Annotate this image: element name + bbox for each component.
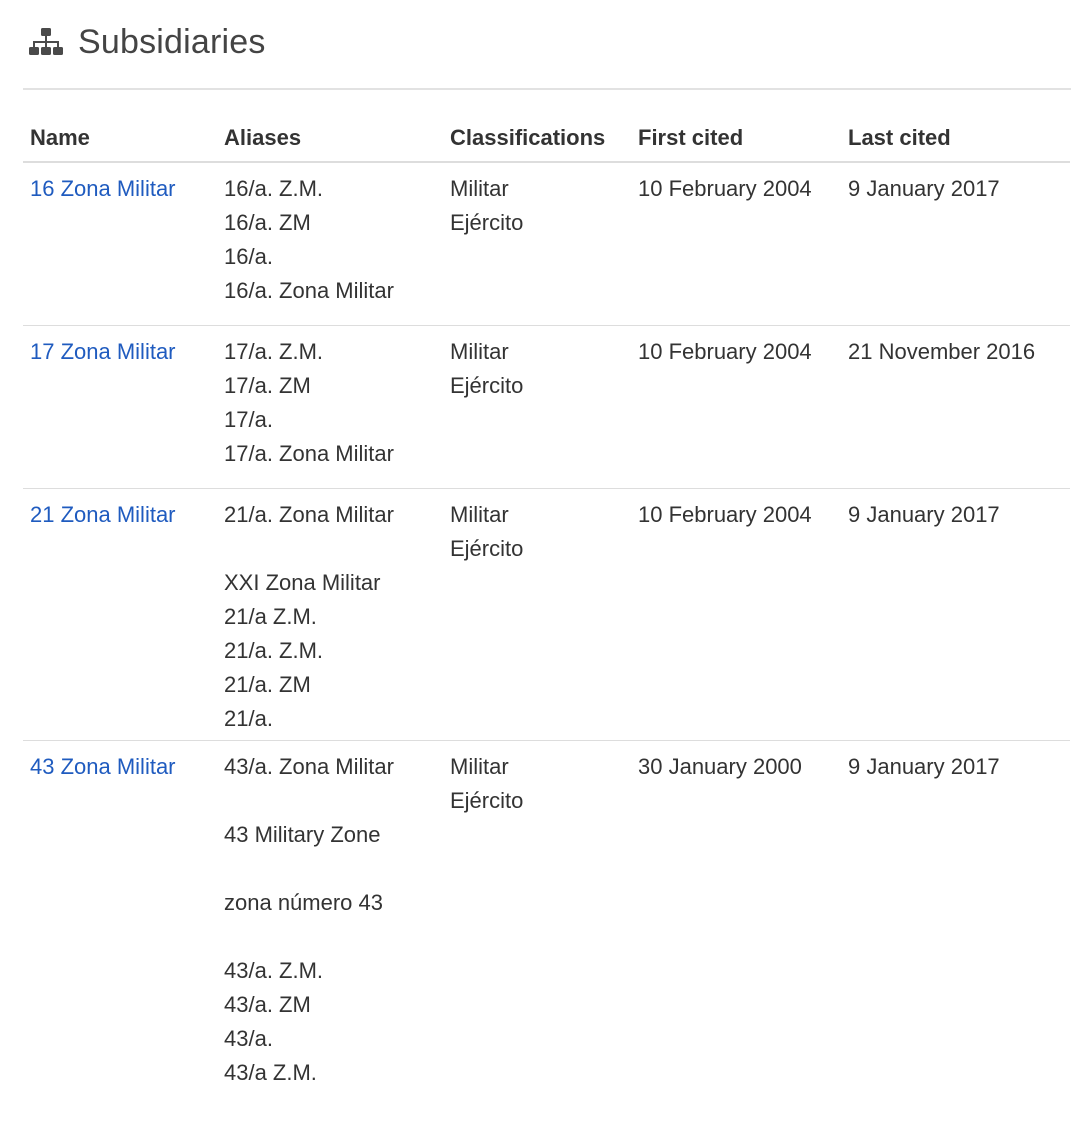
column-header-classifications[interactable]: Classifications [443, 118, 631, 163]
table-row: 17 Zona Militar 17/a. Z.M. 17/a. ZM 17/a… [23, 325, 1070, 489]
table-row: 16 Zona Militar 16/a. Z.M. 16/a. ZM 16/a… [23, 162, 1070, 326]
alias-item: 43 Military Zone [224, 822, 381, 847]
name-cell: 17 Zona Militar [23, 325, 217, 489]
subsidiary-link[interactable]: 16 Zona Militar [30, 176, 176, 201]
heading-divider [23, 88, 1071, 90]
last-cited-cell: 9 January 2017 [848, 754, 1000, 779]
alias-item: 21/a. Z.M. [224, 638, 324, 663]
section-heading: Subsidiaries [28, 20, 266, 64]
alias-item: 16/a. Zona Militar [224, 278, 394, 303]
alias-spacer [224, 852, 443, 886]
alias-item: 17/a. Zona Militar [224, 441, 394, 466]
alias-spacer [224, 532, 443, 566]
first-cited-cell: 10 February 2004 [631, 325, 841, 489]
first-cited-cell: 10 February 2004 [631, 162, 841, 326]
sitemap-icon [28, 27, 78, 57]
classification-item: Ejército [450, 373, 524, 398]
last-cited-cell: 9 January 2017 [841, 162, 1070, 326]
section-title: Subsidiaries [78, 22, 266, 61]
classification-item: Militar [450, 502, 509, 527]
last-cited-cell: 21 November 2016 [841, 325, 1070, 489]
classification-item: Ejército [450, 210, 524, 235]
alias-item: 43/a. ZM [224, 992, 311, 1017]
alias-item: 43/a. Zona Militar [224, 754, 394, 779]
table-row: 21 Zona Militar 21/a. Zona Militar XXI Z… [23, 488, 1070, 741]
classifications-cell: Militar Ejército [443, 741, 631, 1108]
alias-spacer [224, 784, 443, 818]
classifications-cell: Militar Ejército [443, 162, 631, 326]
alias-spacer [224, 920, 443, 954]
alias-item: 17/a. ZM [224, 373, 311, 398]
table-header-row: Name Aliases Classifications First cited… [23, 118, 1070, 163]
classifications-cell: Militar Ejército [443, 325, 631, 489]
column-header-aliases[interactable]: Aliases [217, 118, 443, 163]
alias-item: 21/a. Zona Militar [224, 502, 394, 527]
column-header-name[interactable]: Name [23, 118, 217, 163]
subsidiary-link[interactable]: 43 Zona Militar [30, 754, 176, 779]
aliases-cell: 17/a. Z.M. 17/a. ZM 17/a. 17/a. Zona Mil… [217, 325, 443, 489]
classification-item: Militar [450, 339, 509, 364]
aliases-cell: 16/a. Z.M. 16/a. ZM 16/a. 16/a. Zona Mil… [217, 162, 443, 326]
first-cited-cell: 10 February 2004 [631, 488, 841, 741]
classification-item: Militar [450, 754, 509, 779]
alias-item: 21/a. ZM [224, 672, 311, 697]
alias-item: 43/a. [224, 1026, 273, 1051]
subsidiaries-panel: Subsidiaries Name Aliases Classification… [0, 0, 1086, 1138]
aliases-cell: 43/a. Zona Militar 43 Military Zone zona… [217, 741, 443, 1108]
alias-item: zona número 43 [224, 890, 383, 915]
alias-item: XXI Zona Militar [224, 570, 381, 595]
alias-item: 16/a. Z.M. [224, 176, 324, 201]
name-cell: 21 Zona Militar [23, 488, 217, 741]
first-cited-cell: 30 January 2000 [638, 754, 802, 779]
alias-item: 43/a. Z.M. [224, 958, 324, 983]
column-header-last-cited[interactable]: Last cited [841, 118, 1070, 163]
alias-item: 21/a Z.M. [224, 604, 317, 629]
alias-item: 17/a. Z.M. [224, 339, 324, 364]
last-cited-cell: 9 January 2017 [841, 488, 1070, 741]
column-header-first-cited[interactable]: First cited [631, 118, 841, 163]
name-cell: 16 Zona Militar [23, 162, 217, 326]
aliases-cell: 21/a. Zona Militar XXI Zona Militar 21/a… [217, 488, 443, 741]
table-row: 43 Zona Militar 43/a. Zona Militar 43 Mi… [23, 741, 1070, 1108]
alias-item: 16/a. [224, 244, 273, 269]
alias-item: 21/a. [224, 706, 273, 731]
classifications-cell: Militar Ejército [443, 488, 631, 741]
subsidiary-link[interactable]: 17 Zona Militar [30, 339, 176, 364]
name-cell: 43 Zona Militar [23, 741, 217, 1108]
classification-item: Ejército [450, 536, 524, 561]
alias-item: 17/a. [224, 407, 273, 432]
subsidiaries-table: Name Aliases Classifications First cited… [23, 118, 1070, 1107]
classification-item: Ejército [450, 788, 524, 813]
classification-item: Militar [450, 176, 509, 201]
alias-item: 43/a Z.M. [224, 1060, 317, 1085]
alias-item: 16/a. ZM [224, 210, 311, 235]
subsidiary-link[interactable]: 21 Zona Militar [30, 502, 176, 527]
